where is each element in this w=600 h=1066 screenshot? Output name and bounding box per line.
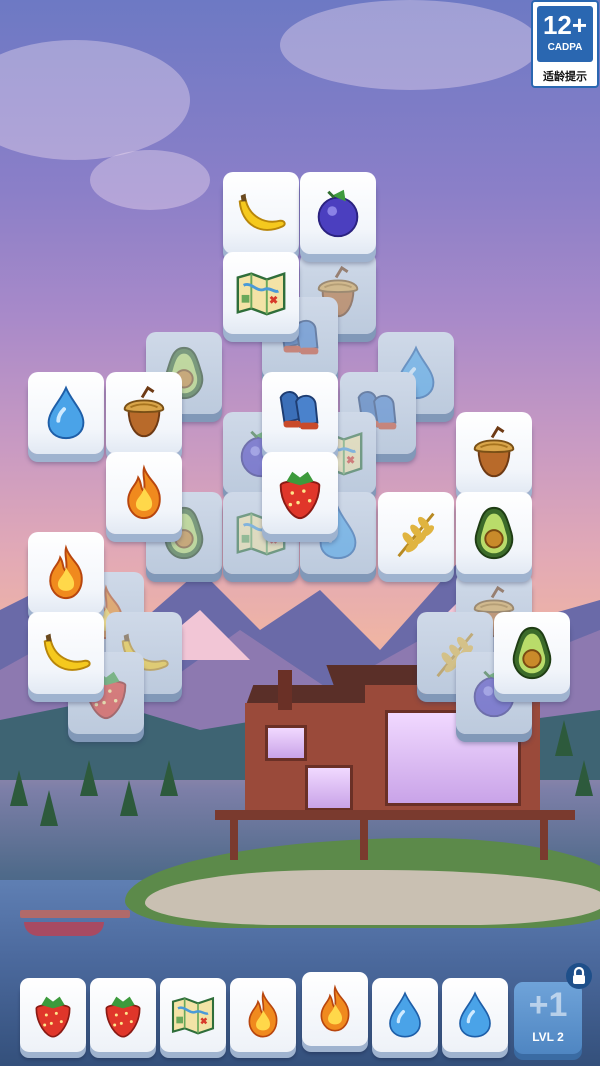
locked-extra-slot[interactable]: +1 LVL 2 xyxy=(514,982,582,1054)
strawberry-icon xyxy=(271,464,329,522)
fire-icon xyxy=(238,990,288,1040)
tile-wheat[interactable] xyxy=(378,492,454,574)
tile-mittens[interactable] xyxy=(262,372,338,454)
tile-map[interactable] xyxy=(223,252,299,334)
banana-icon xyxy=(37,624,95,682)
dock xyxy=(20,910,130,918)
banana-icon xyxy=(232,184,290,242)
tile-avocado[interactable] xyxy=(456,492,532,574)
cloud xyxy=(90,150,210,210)
wheat-icon xyxy=(387,504,445,562)
tile-fire[interactable] xyxy=(106,452,182,534)
map-icon xyxy=(232,264,290,322)
tile-blueberry[interactable] xyxy=(300,172,376,254)
strawberry-icon xyxy=(28,990,78,1040)
avocado-icon xyxy=(503,624,561,682)
tray-slot-fire xyxy=(302,972,368,1046)
water-drop-icon xyxy=(450,990,500,1040)
tray-slot-strawberry xyxy=(90,978,156,1052)
fire-icon xyxy=(115,464,173,522)
acorn-icon xyxy=(115,384,173,442)
boat xyxy=(24,922,104,936)
pine-tree xyxy=(80,760,98,796)
tray-slot-water-drop xyxy=(442,978,508,1052)
tile-acorn[interactable] xyxy=(106,372,182,454)
age-rating-hint: 适龄提示 xyxy=(543,71,587,83)
pine-tree xyxy=(120,780,138,816)
blueberry-icon xyxy=(309,184,367,242)
island-rocks xyxy=(145,870,600,925)
plus-one-label: +1 xyxy=(528,986,568,1024)
tile-acorn[interactable] xyxy=(456,412,532,494)
tile-strawberry[interactable] xyxy=(262,452,338,534)
pine-tree xyxy=(160,760,178,796)
age-rating-number: 12+ xyxy=(542,10,588,40)
acorn-icon xyxy=(465,424,523,482)
tray-slot-fire xyxy=(230,978,296,1052)
locked-level-label: LVL 2 xyxy=(532,1030,564,1044)
age-rating-box: 12+ CADPA xyxy=(537,6,593,62)
pine-tree xyxy=(10,770,28,806)
water-drop-icon xyxy=(380,990,430,1040)
tile-water-drop[interactable] xyxy=(28,372,104,454)
cloud xyxy=(280,0,540,90)
pine-tree xyxy=(40,790,58,826)
water-drop-icon xyxy=(37,384,95,442)
avocado-icon xyxy=(465,504,523,562)
age-rating-org: CADPA xyxy=(547,42,583,53)
tray-slot-strawberry xyxy=(20,978,86,1052)
tile-fire[interactable] xyxy=(28,532,104,614)
map-icon xyxy=(168,990,218,1040)
fire-icon xyxy=(310,984,360,1034)
tray-slot-map xyxy=(160,978,226,1052)
tray-slot-water-drop xyxy=(372,978,438,1052)
tile-banana[interactable] xyxy=(223,172,299,254)
tile-avocado[interactable] xyxy=(494,612,570,694)
mittens-icon xyxy=(271,384,329,442)
fire-icon xyxy=(37,544,95,602)
age-rating-badge: 12+ CADPA 适龄提示 xyxy=(531,0,599,88)
lock-icon xyxy=(566,963,592,989)
strawberry-icon xyxy=(98,990,148,1040)
tile-banana[interactable] xyxy=(28,612,104,694)
